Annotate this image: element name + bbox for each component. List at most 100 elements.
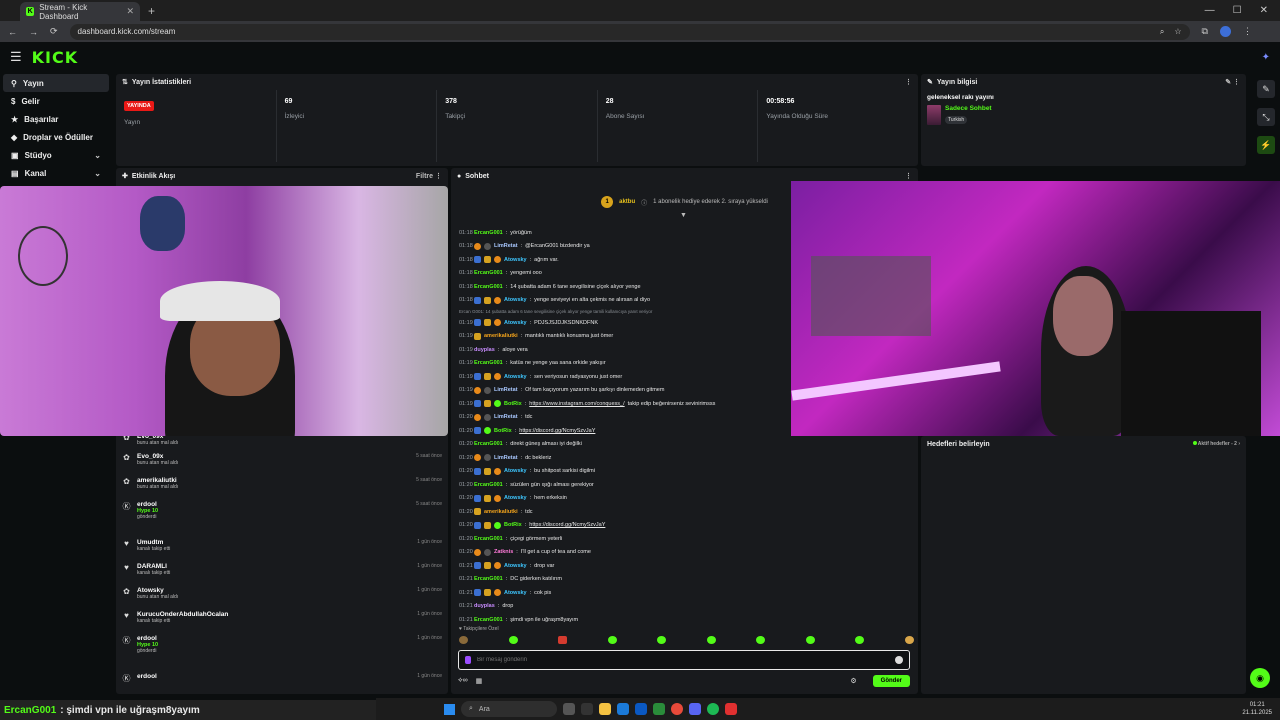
new-tab-icon[interactable]: + <box>148 4 155 18</box>
scroll-down-icon[interactable]: ▼ <box>680 212 687 219</box>
emote-icon[interactable] <box>508 636 518 644</box>
activity-item[interactable]: ✿ Evo_09x bunu atan mal aldı 5 saat önce <box>116 450 448 474</box>
gift-shop-icon[interactable]: ▦ <box>476 677 483 685</box>
message-link[interactable]: https://www.instagram.com/conquess_/ <box>529 401 624 407</box>
category-link[interactable]: Sadece Sohbet <box>945 105 992 112</box>
edit-icon[interactable]: ✎ ⋮ <box>1225 78 1240 86</box>
active-goals-link[interactable]: Aktif hedefler - 2 › <box>1192 441 1240 447</box>
bookmark-star-icon[interactable]: ☆ <box>1174 27 1181 37</box>
floating-chat-button[interactable]: ◉ <box>1250 668 1270 688</box>
message-link[interactable]: https://discord.gg/NcmySzvJaY <box>519 428 595 434</box>
taskview-icon[interactable] <box>563 703 575 715</box>
discord-icon[interactable] <box>689 703 701 715</box>
emote-icon[interactable] <box>657 636 667 644</box>
message-link[interactable]: https://discord.gg/NcmySzvJaY <box>529 522 605 528</box>
forward-icon[interactable]: → <box>29 27 38 37</box>
close-tab-icon[interactable]: ✕ <box>126 6 134 17</box>
notification-icon[interactable]: ✦ <box>1262 52 1270 63</box>
emoji-icon[interactable] <box>895 656 903 664</box>
app-icon[interactable] <box>581 703 593 715</box>
explorer-icon[interactable] <box>599 703 611 715</box>
message-username[interactable]: BotRix <box>504 522 522 528</box>
window-close-icon[interactable]: ✕ <box>1260 5 1268 16</box>
message-username[interactable]: BotRix <box>504 401 522 407</box>
settings-gear-icon[interactable]: ⚙ <box>850 677 856 685</box>
obs-icon[interactable] <box>725 703 737 715</box>
send-button[interactable]: Gönder <box>872 675 910 687</box>
message-username[interactable]: LimRetat <box>494 387 518 393</box>
extensions-icon[interactable]: ⧉ <box>1202 26 1208 37</box>
sidebar-item-studyo[interactable]: ▣ Stüdyo ⌄ <box>3 146 109 164</box>
activity-item[interactable]: ♥ DARAMLI kanalı takip etti 1 gün önce <box>116 560 448 584</box>
activity-item[interactable]: Ⓚerdool Hype 10 gönderdi 5 saat önce <box>116 498 448 536</box>
message-username[interactable]: ErcanG001 <box>474 482 503 488</box>
message-username[interactable]: ErcanG001 <box>474 441 503 447</box>
lightning-icon[interactable]: ⚡ <box>1257 136 1275 154</box>
whatsapp-icon[interactable] <box>653 703 665 715</box>
message-username[interactable]: Atowsky <box>504 590 527 596</box>
reload-icon[interactable]: ⟳ <box>50 26 58 37</box>
sidebar-item-droplar[interactable]: ◆ Droplar ve Ödüller <box>3 128 109 146</box>
message-username[interactable]: ErcanG001 <box>474 576 503 582</box>
message-username[interactable]: Zatknis <box>494 549 513 555</box>
message-username[interactable]: LimRetat <box>494 455 518 461</box>
sidebar-item-yayin[interactable]: ⚲ Yayın <box>3 74 109 92</box>
message-username[interactable]: duyplas <box>474 347 495 353</box>
taskbar-search[interactable]: ⌕ Ara <box>461 701 557 717</box>
url-field[interactable]: dashboard.kick.com/stream ⌕ ☆ <box>69 23 1190 40</box>
emote-icon[interactable] <box>459 636 468 644</box>
message-username[interactable]: Atowsky <box>504 563 527 569</box>
emote-icon[interactable] <box>756 636 766 644</box>
more-options-icon[interactable]: ⋮ <box>905 78 912 86</box>
mic-icon[interactable] <box>465 656 471 664</box>
emote-icon[interactable] <box>805 636 815 644</box>
activity-item[interactable]: ♥ Umudtm kanalı takip etti 1 gün önce <box>116 536 448 560</box>
message-username[interactable]: Atowsky <box>504 374 527 380</box>
zoom-icon[interactable]: ⌕ <box>1160 27 1164 37</box>
activity-item[interactable]: Ⓚerdool 1 gün önce <box>116 670 448 694</box>
message-username[interactable]: Atowsky <box>504 257 527 263</box>
activity-item[interactable]: ✿ amerikaliutki bunu atan mal aldı 5 saat ö… <box>116 474 448 498</box>
message-username[interactable]: ErcanG001 <box>474 536 503 542</box>
browser-menu-icon[interactable]: ⋮ <box>1243 26 1252 37</box>
spotify-icon[interactable] <box>707 703 719 715</box>
points-icon[interactable]: ⟡∞ <box>458 677 468 685</box>
message-username[interactable]: ErcanG001 <box>474 270 503 276</box>
sidebar-item-basarilar[interactable]: ★ Başarılar <box>3 110 109 128</box>
store-icon[interactable] <box>635 703 647 715</box>
activity-item[interactable]: ✿ Atowsky bunu atan mal aldı 1 gün önce <box>116 584 448 608</box>
collapse-icon[interactable]: ⤡ <box>1257 108 1275 126</box>
message-username[interactable]: BotRix <box>494 428 512 434</box>
profile-avatar[interactable] <box>1219 26 1231 37</box>
sidebar-item-kanal[interactable]: ▤ Kanal ⌄ <box>3 164 109 182</box>
message-username[interactable]: Atowsky <box>504 468 527 474</box>
message-username[interactable]: LimRetat <box>494 414 518 420</box>
message-username[interactable]: ErcanG001 <box>474 284 503 290</box>
pinned-user[interactable]: aktbu <box>619 199 635 205</box>
message-username[interactable]: Atowsky <box>504 320 527 326</box>
message-username[interactable]: amerikaliutki <box>484 333 518 339</box>
emote-icon[interactable] <box>855 636 865 644</box>
back-icon[interactable]: ← <box>8 27 17 37</box>
emote-icon[interactable] <box>558 636 568 644</box>
chrome-icon[interactable] <box>671 703 683 715</box>
minimize-icon[interactable]: — <box>1205 5 1215 16</box>
maximize-icon[interactable]: ☐ <box>1233 5 1242 16</box>
message-username[interactable]: ErcanG001 <box>474 230 503 236</box>
emote-icon[interactable] <box>607 636 617 644</box>
chat-input-box[interactable] <box>458 650 910 670</box>
message-username[interactable]: duyplas <box>474 603 495 609</box>
browser-tab[interactable]: K Stream - Kick Dashboard ✕ <box>20 2 140 21</box>
chat-input[interactable] <box>477 657 889 663</box>
message-username[interactable]: LimRetat <box>494 243 518 249</box>
filter-button[interactable]: Filtre ⋮ <box>416 172 442 180</box>
edge-icon[interactable] <box>617 703 629 715</box>
edit-pencil-icon[interactable]: ✎ <box>1257 80 1275 98</box>
emote-icon[interactable] <box>706 636 716 644</box>
message-username[interactable]: ErcanG001 <box>474 360 503 366</box>
more-options-icon[interactable]: ⋮ <box>905 172 912 180</box>
message-username[interactable]: Atowsky <box>504 495 527 501</box>
message-username[interactable]: ErcanG001 <box>474 617 503 623</box>
sidebar-item-gelir[interactable]: $ Gelir <box>3 92 109 110</box>
message-username[interactable]: amerikaliutki <box>484 509 518 515</box>
